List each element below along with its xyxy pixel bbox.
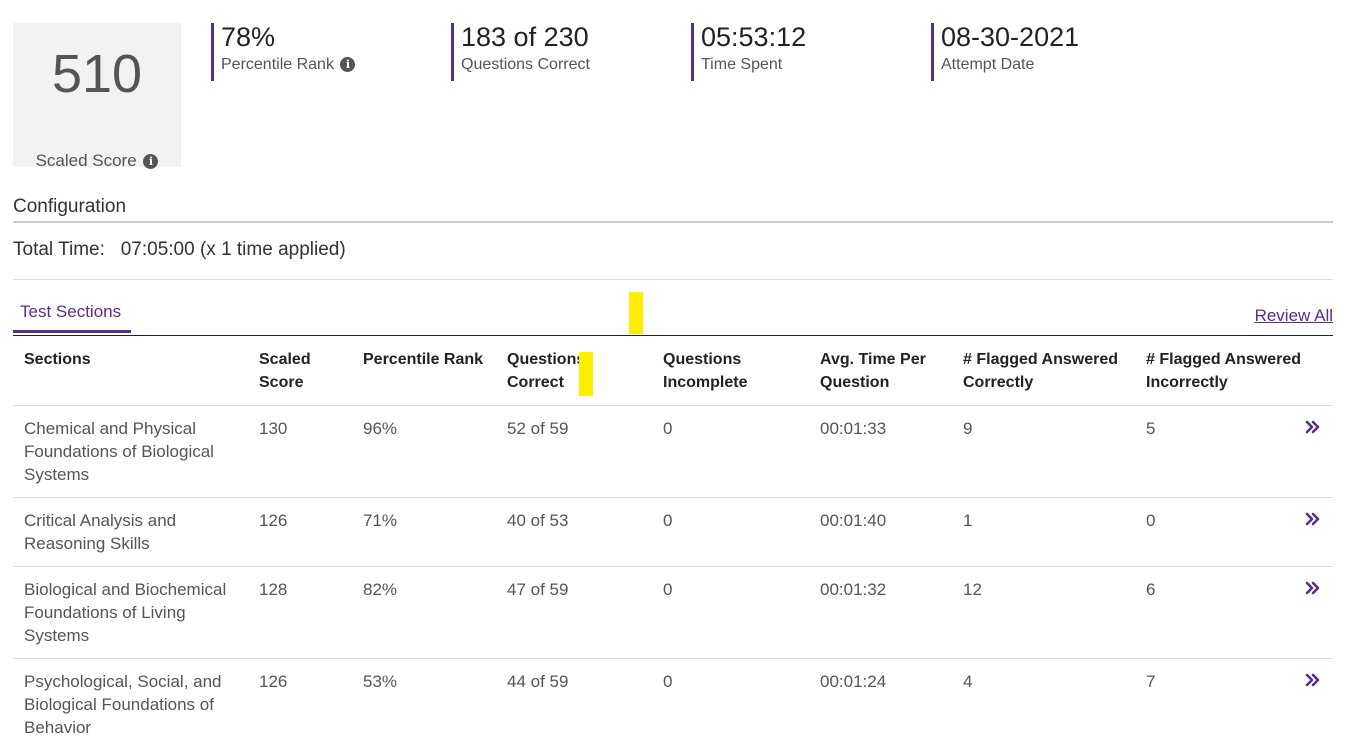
stat-time-spent: 05:53:12 Time Spent [691,23,806,81]
percentile-rank: 53% [363,672,398,691]
scaled-score-label-wrap: Scaled Score i [13,151,181,171]
stat-attempt-date: 08-30-2021 Attempt Date [931,23,1079,81]
scaled-score-label: Scaled Score [35,151,137,170]
stat-label-wrap: Percentile Rank i [221,55,356,75]
flagged-incorrect: 6 [1146,580,1156,599]
avg-time: 00:01:32 [820,580,887,599]
info-icon[interactable]: i [143,154,159,169]
tab-label: Test Sections [20,302,122,321]
stat-value: 08-30-2021 [941,22,1080,52]
highlight-mark [579,352,593,396]
total-time-label: Total Time: [13,239,105,260]
questions-incomplete: 0 [663,511,673,530]
questions-correct: 44 of 59 [507,672,569,691]
scaled-score: 126 [259,672,288,691]
stat-label: Time Spent [701,56,783,73]
table-header: Sections Scaled Score Percentile Rank Qu… [13,336,1333,406]
flagged-incorrect: 5 [1146,419,1156,438]
section-name: Biological and Biochemical Foundations o… [24,580,227,645]
header-avg-time: Avg. Time Per Question [820,351,926,391]
double-chevron-right-icon[interactable] [1305,580,1321,596]
avg-time: 00:01:33 [820,419,887,438]
section-name: Psychological, Social, and Biological Fo… [24,672,222,737]
scaled-score: 130 [259,419,288,438]
section-name: Critical Analysis and Reasoning Skills [24,511,177,553]
stat-value: 183 of 230 [461,22,589,52]
divider [13,221,1333,223]
avg-time: 00:01:24 [820,672,887,691]
stat-percentile-rank: 78% Percentile Rank i [211,22,356,81]
flagged-incorrect: 7 [1146,672,1156,691]
questions-incomplete: 0 [663,672,673,691]
flagged-correct: 12 [963,580,982,599]
tab-test-sections[interactable]: Test Sections [13,300,131,333]
stat-label: Percentile Rank [221,56,334,73]
questions-correct: 40 of 53 [507,511,569,530]
header-questions-correct: Questions Correct [507,351,586,391]
review-all-link[interactable]: Review All [1255,306,1333,326]
scaled-score-value: 510 [51,44,143,104]
questions-incomplete: 0 [663,419,673,438]
table-row[interactable]: Biological and Biochemical Foundations o… [13,567,1333,659]
section-name: Chemical and Physical Foundations of Bio… [24,419,214,484]
table-row[interactable]: Chemical and Physical Foundations of Bio… [13,406,1333,498]
table-row[interactable]: Psychological, Social, and Biological Fo… [13,659,1333,750]
questions-incomplete: 0 [663,580,673,599]
stat-value: 78% [221,22,276,52]
questions-correct: 52 of 59 [507,419,569,438]
header-questions-incomplete: Questions Incomplete [663,351,748,391]
double-chevron-right-icon[interactable] [1305,511,1321,527]
header-flagged-incorrect: # Flagged Answered Incorrectly [1146,351,1301,391]
header-scaled-score: Scaled Score [259,351,311,391]
stat-value: 05:53:12 [701,22,807,52]
header-percentile-rank: Percentile Rank [363,351,484,368]
sections-table: Sections Scaled Score Percentile Rank Qu… [13,336,1333,750]
questions-correct: 47 of 59 [507,580,569,599]
flagged-correct: 4 [963,672,973,691]
stat-label: Questions Correct [461,56,590,73]
divider [13,279,1333,280]
total-time-value: 07:05:00 (x 1 time applied) [120,239,346,260]
info-icon[interactable]: i [340,57,356,72]
percentile-rank: 96% [363,419,398,438]
stat-questions-correct: 183 of 230 Questions Correct [451,23,590,81]
double-chevron-right-icon[interactable] [1305,672,1321,688]
flagged-incorrect: 0 [1146,511,1156,530]
scaled-score-card: 510 Scaled Score i [13,23,181,170]
flagged-correct: 1 [963,511,973,530]
total-time: Total Time: 07:05:00 (x 1 time applied) [13,239,346,261]
highlight-mark [629,292,643,334]
percentile-rank: 82% [363,580,398,599]
percentile-rank: 71% [363,511,398,530]
configuration-title: Configuration [13,196,127,217]
scaled-score: 126 [259,511,288,530]
double-chevron-right-icon[interactable] [1305,419,1321,435]
table-row[interactable]: Critical Analysis and Reasoning Skills 1… [13,498,1333,567]
header-sections: Sections [24,351,91,368]
stat-label: Attempt Date [941,56,1035,73]
header-flagged-correct: # Flagged Answered Correctly [963,351,1118,391]
avg-time: 00:01:40 [820,511,887,530]
flagged-correct: 9 [963,419,973,438]
scaled-score: 128 [259,580,288,599]
